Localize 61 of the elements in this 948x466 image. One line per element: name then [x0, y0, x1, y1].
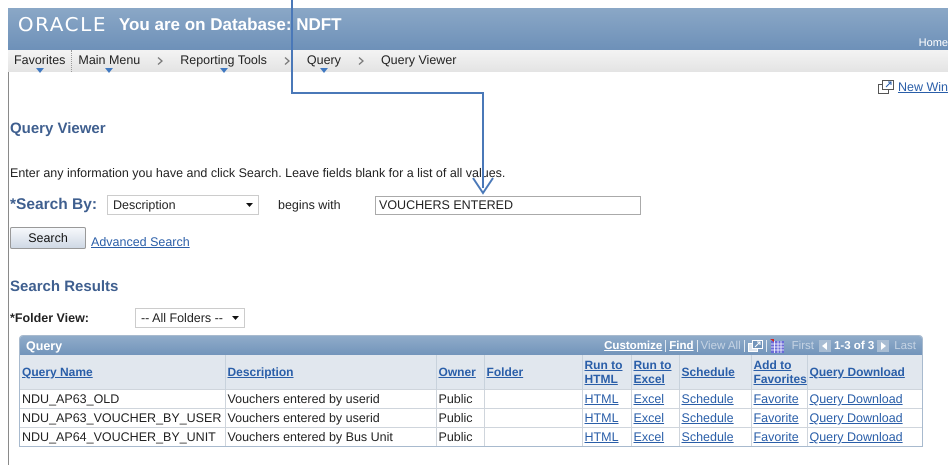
row-action-link[interactable]: Schedule	[682, 411, 734, 425]
table-cell: NDU_AP63_OLD	[20, 390, 225, 408]
table-cell: Vouchers entered by userid	[225, 408, 436, 428]
pager-range: 1-3 of 3	[834, 340, 874, 352]
row-action-link[interactable]: Excel	[634, 411, 664, 425]
next-icon	[877, 340, 890, 352]
table-cell: Public	[436, 390, 484, 408]
row-action-link[interactable]: Excel	[634, 430, 664, 444]
nav-menu-item[interactable]: Main Menu	[78, 53, 140, 67]
oracle-logo: ORACLE	[18, 14, 108, 36]
search-button[interactable]: Search	[10, 227, 86, 249]
dropdown-arrow-icon[interactable]	[105, 68, 114, 73]
caret-icon	[232, 316, 239, 320]
zoom-grid-icon[interactable]	[748, 340, 763, 352]
folder-view-dropdown[interactable]: -- All Folders --	[135, 308, 245, 328]
row-action-link[interactable]: Excel	[634, 392, 664, 406]
table-cell: Public	[436, 428, 484, 446]
chevron-icon	[282, 57, 291, 65]
search-field-dropdown[interactable]: Description	[107, 195, 259, 215]
new-window-icon[interactable]	[878, 80, 894, 94]
pager-first: First	[792, 340, 814, 352]
search-by-label: *Search By:	[10, 196, 98, 214]
table-cell: Vouchers entered by userid	[225, 390, 436, 408]
header-title: You are on Database: NDFT	[118, 15, 342, 35]
chevron-icon	[356, 57, 365, 65]
pager-last: Last	[894, 340, 916, 352]
new-window-link[interactable]: New Win	[898, 80, 948, 94]
table-cell: NDU_AP63_VOUCHER_BY_USER	[20, 408, 225, 428]
row-action-link[interactable]: Schedule	[682, 430, 734, 444]
row-action-link[interactable]: Query Download	[810, 392, 903, 406]
dropdown-arrow-icon[interactable]	[36, 68, 44, 73]
folder-view-label: *Folder View:	[10, 311, 90, 325]
table-cell: Public	[436, 408, 484, 428]
caret-icon	[246, 203, 253, 207]
dropdown-arrow-icon[interactable]	[320, 68, 328, 73]
row-action-link[interactable]: Query Download	[810, 430, 903, 444]
previous-icon	[818, 340, 831, 352]
row-action-link[interactable]: HTML	[584, 411, 619, 425]
page-title: Query Viewer	[10, 120, 106, 137]
search-input-field[interactable]: VOUCHERS ENTERED	[375, 196, 641, 214]
nav-menu-item[interactable]: Query	[306, 53, 341, 67]
row-action-link[interactable]: Query Download	[810, 411, 903, 425]
row-action-link[interactable]: Favorite	[754, 392, 799, 406]
nav-menu-item[interactable]: Query Viewer	[380, 53, 456, 67]
row-action-link[interactable]: HTML	[584, 392, 619, 406]
spreadsheet-icon[interactable]	[770, 338, 784, 352]
table-cell: NDU_AP64_VOUCHER_BY_UNIT	[20, 428, 225, 446]
operator-label: begins with	[278, 198, 342, 212]
nav-menu-item[interactable]: Favorites	[14, 53, 66, 67]
section-title: Search Results	[10, 278, 118, 295]
grid-title: Query	[26, 338, 64, 352]
row-action-link[interactable]: HTML	[584, 430, 619, 444]
table-cell: Vouchers entered by Bus Unit	[225, 428, 436, 446]
row-action-link[interactable]: Schedule	[682, 392, 734, 406]
advanced-search-link[interactable]: Advanced Search	[91, 235, 190, 249]
nav-menu-item[interactable]: Reporting Tools	[180, 53, 267, 67]
dropdown-arrow-icon[interactable]	[220, 68, 228, 73]
row-action-link[interactable]: Favorite	[754, 430, 799, 444]
row-action-link[interactable]: Favorite	[754, 411, 799, 425]
grid-toolbar-link: View All	[700, 340, 741, 352]
chevron-icon	[156, 57, 164, 65]
